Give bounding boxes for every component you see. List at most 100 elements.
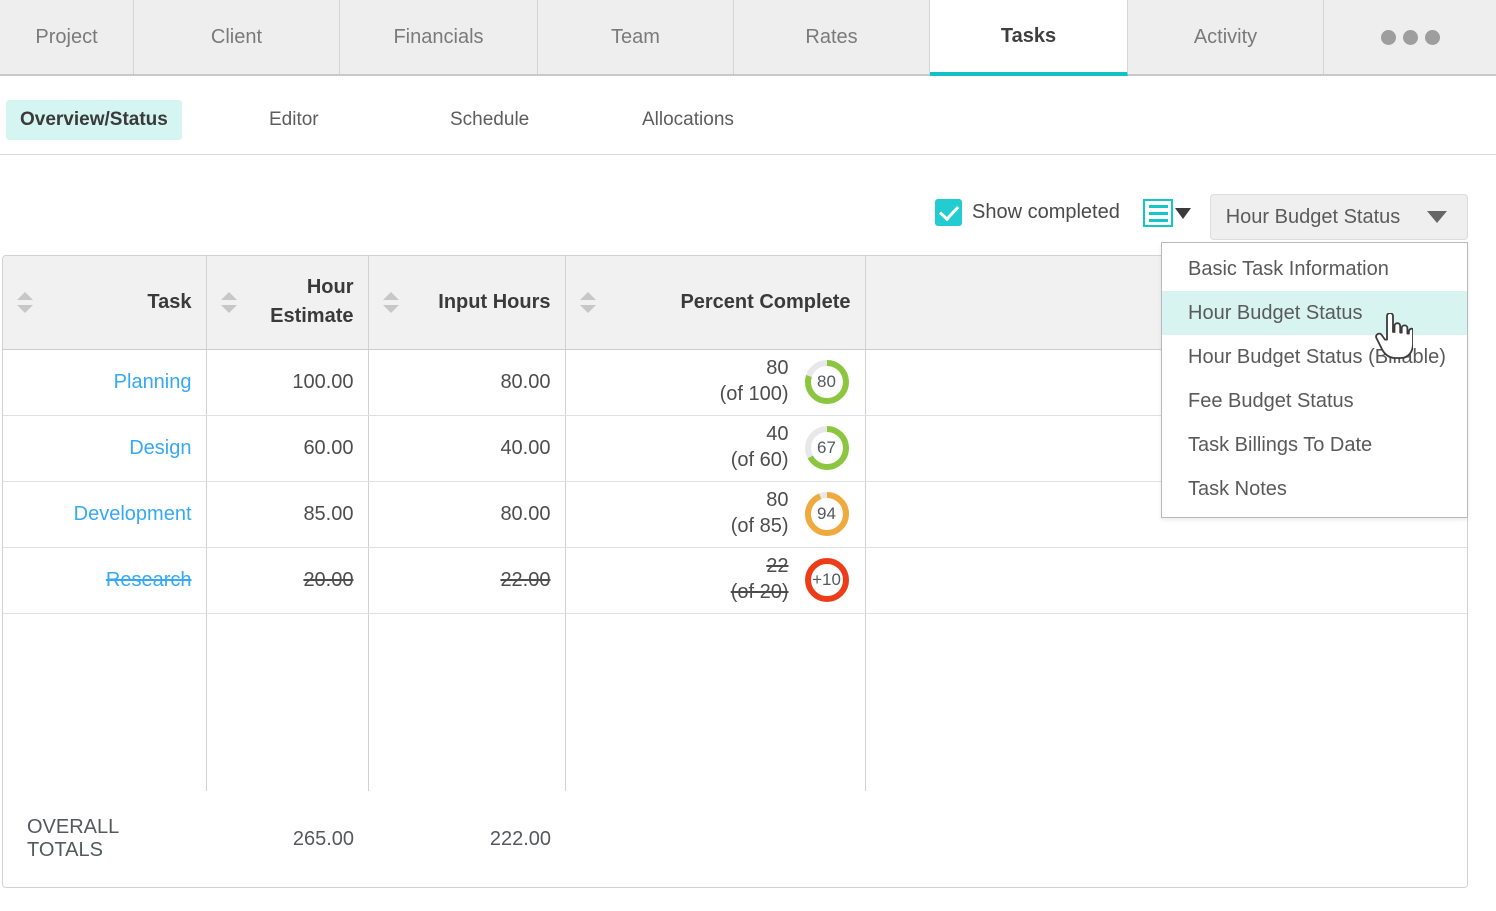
view-select[interactable]: Hour Budget Status: [1210, 194, 1468, 240]
show-completed-toggle[interactable]: Show completed: [935, 199, 1120, 226]
tab-project[interactable]: Project: [0, 0, 134, 74]
hour-estimate-value: 85.00: [303, 502, 354, 525]
progress-donut-icon: 80: [803, 358, 851, 406]
dropdown-item-basic-task-information[interactable]: Basic Task Information: [1162, 247, 1467, 291]
col-header-task[interactable]: Task: [3, 256, 207, 350]
subtab-overview-status-label: Overview/Status: [20, 109, 168, 130]
percent-numbers: 40 (of 60): [731, 422, 789, 473]
cell-percent-complete: 80 (of 85) 94: [565, 481, 866, 548]
donut-value: 80: [817, 372, 836, 391]
cell-task: Research: [3, 547, 207, 614]
cell-percent-complete: 80 (of 100) 80: [565, 349, 866, 416]
cell-percent-complete: 40 (of 60) 67: [565, 415, 866, 482]
hamburger-icon[interactable]: [1143, 199, 1173, 227]
tab-tasks-label: Tasks: [1000, 24, 1057, 47]
col-header-input-hours-label: Input Hours: [438, 290, 551, 313]
tab-project-label: Project: [35, 25, 98, 48]
sort-toggle-percent-complete[interactable]: [579, 291, 596, 313]
input-hours-value: 40.00: [500, 436, 551, 459]
tab-rates-label: Rates: [805, 25, 858, 48]
sort-toggle-hour-estimate[interactable]: [220, 291, 237, 313]
percent-of: (of 20): [730, 581, 789, 603]
column-chooser-button[interactable]: [1143, 199, 1191, 227]
col-header-percent-complete[interactable]: Percent Complete: [565, 256, 866, 350]
percent-numbers: 22 (of 20): [731, 554, 789, 605]
cell-input-hours: 80.00: [368, 481, 566, 548]
table-row[interactable]: Research 20.00 22.00 22 (of 20) +10: [3, 547, 1467, 614]
dropdown-item-fee-budget-status[interactable]: Fee Budget Status: [1162, 379, 1467, 423]
sort-asc-icon: [579, 291, 596, 300]
cell-percent-complete: 22 (of 20) +10: [565, 547, 866, 614]
subtab-editor[interactable]: Editor: [255, 100, 333, 140]
tab-tasks[interactable]: Tasks: [930, 0, 1128, 76]
tab-client[interactable]: Client: [134, 0, 340, 74]
col-header-hour-estimate[interactable]: Hour Estimate: [206, 256, 369, 350]
cell-input-hours: 22.00: [368, 547, 566, 614]
cell-task: Development: [3, 481, 207, 548]
dropdown-item-hour-budget-status[interactable]: Hour Budget Status: [1162, 291, 1467, 335]
dropdown-item-task-notes[interactable]: Task Notes: [1162, 467, 1467, 511]
input-hours-value: 80.00: [500, 370, 551, 393]
tab-client-label: Client: [210, 25, 263, 48]
dropdown-item-hour-budget-status-billable[interactable]: Hour Budget Status (Billable): [1162, 335, 1467, 379]
sort-desc-icon: [579, 304, 596, 313]
totals-label: OVERALL TOTALS: [27, 816, 119, 861]
percent-of: (of 85): [730, 515, 789, 537]
subtab-editor-label: Editor: [269, 109, 319, 130]
cell-input-hours: 80.00: [368, 349, 566, 416]
subtab-schedule[interactable]: Schedule: [436, 100, 543, 140]
totals-hour-estimate: 265.00: [292, 827, 354, 850]
ellipsis-dot-icon: [1402, 29, 1418, 45]
primary-tab-bar: Project Client Financials Team Rates Tas…: [0, 0, 1496, 76]
tab-team[interactable]: Team: [538, 0, 734, 74]
tab-financials-label: Financials: [393, 25, 484, 48]
tab-activity[interactable]: Activity: [1128, 0, 1324, 74]
percent-actual: 22: [766, 555, 789, 578]
tab-financials[interactable]: Financials: [340, 0, 538, 74]
sort-toggle-input-hours[interactable]: [382, 291, 399, 313]
input-hours-value: 22.00: [500, 568, 551, 591]
progress-donut-icon: 94: [803, 490, 851, 538]
col-header-percent-complete-label: Percent Complete: [680, 290, 851, 313]
sort-asc-icon: [382, 291, 399, 300]
percent-numbers: 80 (of 100): [720, 356, 789, 407]
task-link[interactable]: Planning: [114, 371, 192, 393]
dropdown-item-label: Basic Task Information: [1188, 257, 1389, 280]
col-header-task-label: Task: [147, 290, 192, 313]
percent-actual: 80: [766, 357, 789, 380]
sort-desc-icon: [17, 304, 33, 313]
dropdown-item-task-billings-to-date[interactable]: Task Billings To Date: [1162, 423, 1467, 467]
task-link[interactable]: Design: [129, 437, 191, 459]
checkbox-checked-icon[interactable]: [935, 199, 962, 226]
chevron-down-icon[interactable]: [1175, 207, 1191, 219]
percent-of: (of 100): [719, 383, 789, 405]
dropdown-item-label: Task Billings To Date: [1188, 433, 1373, 456]
more-options-button[interactable]: [1324, 0, 1496, 74]
view-select-value: Hour Budget Status: [1225, 205, 1401, 228]
col-header-input-hours[interactable]: Input Hours: [368, 256, 566, 350]
sort-toggle-task[interactable]: [17, 291, 33, 313]
cell-task: Design: [3, 415, 207, 482]
tab-activity-label: Activity: [1193, 25, 1258, 48]
overall-totals-row: OVERALL TOTALS 265.00 222.00: [3, 791, 1467, 887]
sort-asc-icon: [220, 291, 237, 300]
sort-desc-icon: [220, 304, 237, 313]
donut-value: 67: [817, 438, 836, 457]
tab-rates[interactable]: Rates: [734, 0, 930, 74]
subtab-overview-status[interactable]: Overview/Status: [6, 100, 182, 140]
task-link[interactable]: Research: [106, 569, 192, 591]
cell-spacer: [865, 547, 1467, 614]
cell-hour-estimate: 85.00: [206, 481, 369, 548]
tab-team-label: Team: [611, 25, 660, 48]
task-link[interactable]: Development: [74, 503, 192, 525]
secondary-tab-bar: Overview/Status Editor Schedule Allocati…: [0, 76, 1496, 155]
input-hours-value: 80.00: [500, 502, 551, 525]
donut-value: 94: [817, 504, 836, 523]
sort-desc-icon: [382, 304, 399, 313]
hour-estimate-value: 100.00: [292, 370, 354, 393]
chevron-down-icon[interactable]: [1427, 211, 1447, 223]
percent-actual: 80: [766, 489, 789, 512]
ellipsis-dot-icon: [1380, 29, 1396, 45]
percent-numbers: 80 (of 85): [731, 488, 789, 539]
subtab-allocations[interactable]: Allocations: [628, 100, 748, 140]
